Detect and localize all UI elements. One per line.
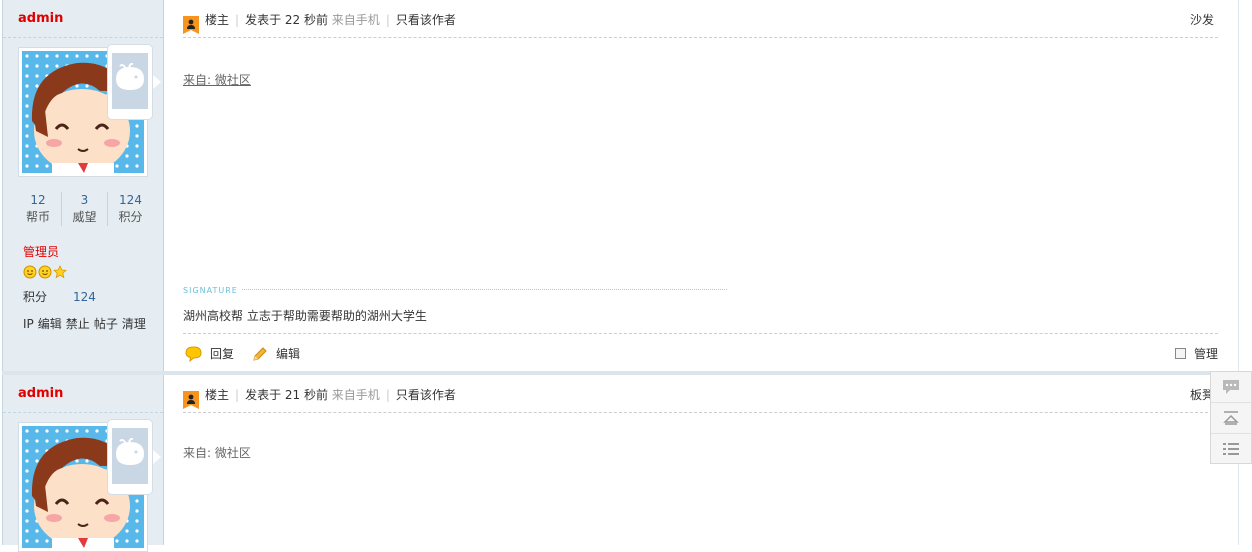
divider: |	[235, 388, 240, 402]
post-1: admin 12 帮币 3 威望 124 积分 管理员 积分 124 IP 编辑…	[2, 0, 1239, 375]
manage-control[interactable]: 管理	[1174, 345, 1218, 362]
signature-title: SIGNATURE	[183, 286, 242, 295]
back-to-top-button[interactable]	[1211, 403, 1251, 434]
manage-checkbox[interactable]	[1174, 348, 1186, 359]
source-link[interactable]: 来自: 微社区	[183, 71, 251, 88]
only-author-link[interactable]: 只看该作者	[396, 13, 456, 27]
star-icon	[53, 265, 67, 282]
edit-button[interactable]: 编辑	[252, 345, 300, 362]
edit-label: 编辑	[276, 347, 301, 361]
signature-heading: SIGNATURE	[183, 282, 727, 296]
points-value: 124	[73, 290, 96, 304]
stat-label: 积分	[118, 210, 143, 224]
post-2: admin 楼主 | 发表于 21 秒前 来自手机 | 只看该作者 板凳 来自:…	[2, 375, 1239, 552]
mobile-badge	[107, 44, 153, 120]
author-name[interactable]: admin	[3, 0, 163, 38]
post-meta: 楼主 | 发表于 21 秒前 来自手机 | 只看该作者 板凳	[183, 375, 1218, 413]
post-time: 发表于 21 秒前	[245, 388, 328, 402]
whale-icon	[116, 63, 144, 90]
ban-link[interactable]: 禁止	[66, 317, 90, 331]
signature-text: 湖州高校帮 立志于帮助需要帮助的湖州大学生	[183, 309, 427, 323]
author-link[interactable]: admin	[18, 386, 63, 401]
stat-value: 124	[119, 193, 142, 207]
comment-icon	[1223, 380, 1239, 394]
post-sidebar: admin	[2, 375, 164, 552]
stat-value: 12	[30, 193, 46, 207]
pencil-icon	[253, 346, 267, 361]
stat-label: 帮币	[25, 210, 50, 224]
author-link[interactable]: admin	[18, 11, 63, 26]
smiley-icon	[23, 265, 37, 282]
points-label: 积分	[23, 290, 48, 304]
reply-bubble-icon	[185, 345, 202, 362]
stat-value: 3	[80, 193, 89, 207]
stat-label: 威望	[72, 210, 97, 224]
floating-toolbar	[1210, 371, 1252, 464]
points-row: 积分 124	[23, 288, 96, 305]
user-stats: 12 帮币 3 威望 124 积分	[15, 192, 155, 226]
post-content: 楼主 | 发表于 22 秒前 来自手机 | 只看该作者 沙发 来自: 微社区 SIGNA…	[183, 0, 1218, 371]
manage-label: 管理	[1193, 347, 1218, 361]
author-name[interactable]: admin	[3, 375, 163, 413]
mobile-badge	[107, 419, 153, 495]
role-label: 楼主	[205, 13, 230, 27]
reply-button[interactable]: 回复	[185, 345, 234, 362]
divider: |	[235, 13, 240, 27]
list-icon	[1223, 443, 1239, 455]
back-to-top-icon	[1223, 411, 1239, 425]
via-mobile: 来自手机	[331, 388, 380, 402]
floor-number[interactable]: 沙发	[1190, 0, 1214, 40]
admin-links: IP 编辑 禁止 帖子 清理	[23, 315, 150, 332]
source-link[interactable]: 来自: 微社区	[183, 444, 251, 461]
owner-badge-icon	[183, 10, 199, 34]
badge-arrow	[153, 75, 161, 89]
post-time: 发表于 22 秒前	[245, 13, 328, 27]
quick-reply-button[interactable]	[1211, 372, 1251, 403]
edit-user-link[interactable]: 编辑	[38, 317, 62, 331]
stat-coins[interactable]: 12 帮币	[15, 192, 61, 226]
usergroup-link[interactable]: 管理员	[23, 243, 59, 260]
thread-list-button[interactable]	[1211, 434, 1251, 464]
post-actions: 回复 编辑 管理	[183, 333, 1218, 372]
reply-label: 回复	[210, 347, 235, 361]
badge-arrow	[153, 450, 161, 464]
via-mobile: 来自手机	[331, 13, 380, 27]
rank-icons	[23, 265, 68, 281]
whale-icon	[116, 438, 144, 465]
divider: |	[385, 388, 390, 402]
owner-badge-icon	[183, 385, 199, 409]
post-sidebar: admin	[2, 0, 164, 371]
divider: |	[385, 13, 390, 27]
posts-link[interactable]: 帖子	[94, 317, 118, 331]
ip-link[interactable]: IP	[23, 317, 34, 331]
only-author-link[interactable]: 只看该作者	[396, 388, 456, 402]
smiley-icon	[38, 265, 52, 282]
role-label: 楼主	[205, 388, 230, 402]
stat-prestige[interactable]: 3 威望	[61, 192, 107, 226]
stat-points[interactable]: 124 积分	[107, 192, 153, 226]
cleanup-link[interactable]: 清理	[122, 317, 146, 331]
post-meta: 楼主 | 发表于 22 秒前 来自手机 | 只看该作者 沙发	[183, 0, 1218, 38]
post-content: 楼主 | 发表于 21 秒前 来自手机 | 只看该作者 板凳 来自: 微社区	[183, 375, 1218, 545]
